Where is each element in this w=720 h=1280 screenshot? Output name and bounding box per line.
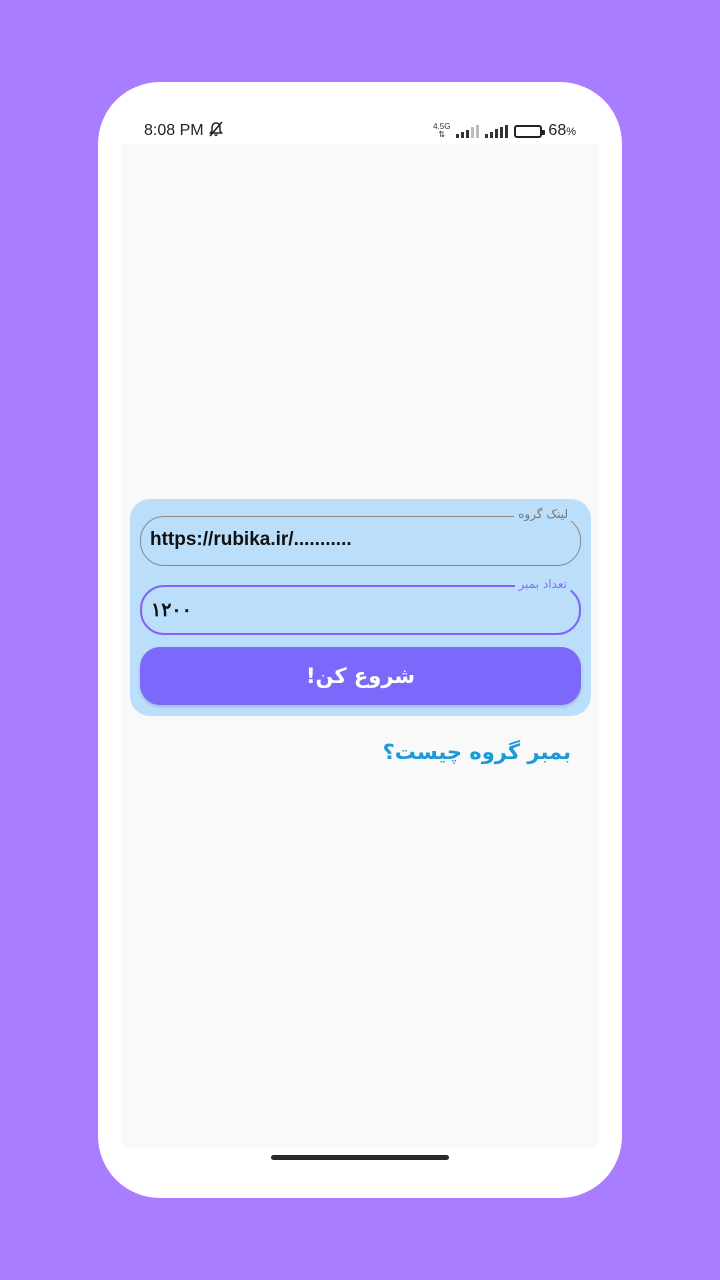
signal-icon-sim2 xyxy=(485,124,509,138)
battery-icon xyxy=(514,124,546,138)
app-screen: لینک گروه https://rubika.ir/........... … xyxy=(121,144,599,1148)
signal-icon-sim1 xyxy=(456,124,480,138)
what-is-bomber-link[interactable]: بمبر گروه چیست؟ xyxy=(383,740,571,764)
battery-percent-value: 68 xyxy=(548,122,567,139)
status-time: 8:08 PM xyxy=(144,122,204,139)
bomber-count-field[interactable]: تعداد بمبر ۱۲۰۰ xyxy=(140,577,581,635)
start-button[interactable]: شروع کن! xyxy=(140,647,581,705)
group-link-label: لینک گروه xyxy=(514,507,572,521)
status-bar: 8:08 PM 4.5G ⇅ 68% xyxy=(144,118,576,144)
group-link-field[interactable]: لینک گروه https://rubika.ir/........... xyxy=(140,507,581,566)
form-card: لینک گروه https://rubika.ir/........... … xyxy=(130,499,591,716)
bomber-count-input[interactable]: ۱۲۰۰ xyxy=(151,599,192,622)
phone-frame: 8:08 PM 4.5G ⇅ 68% لینک گروه https://rub… xyxy=(98,82,622,1198)
home-indicator[interactable] xyxy=(271,1155,449,1160)
group-link-input[interactable]: https://rubika.ir/........... xyxy=(150,529,352,551)
status-left: 8:08 PM xyxy=(144,120,224,142)
bomber-count-label: تعداد بمبر xyxy=(514,577,571,591)
network-type-icon: 4.5G ⇅ xyxy=(433,122,451,139)
battery-percent: 68% xyxy=(548,122,576,140)
bell-off-icon xyxy=(208,120,224,142)
status-right: 4.5G ⇅ 68% xyxy=(433,122,576,140)
battery-percent-unit: % xyxy=(566,126,576,138)
